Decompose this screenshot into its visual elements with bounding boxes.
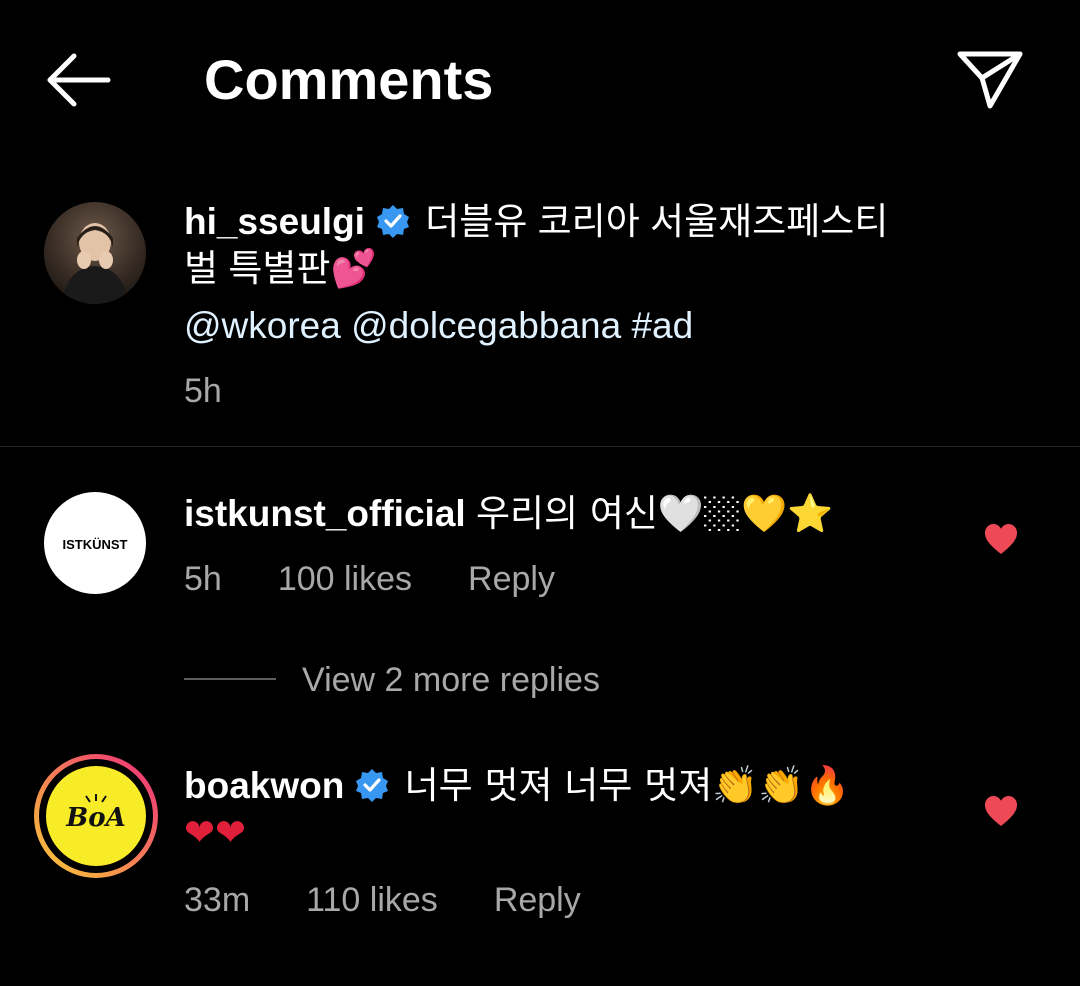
- svg-text:BoA: BoA: [65, 803, 126, 833]
- caption-meta: 5h: [184, 369, 974, 413]
- like-button[interactable]: [983, 794, 1019, 828]
- svg-text:ISTKÜNST: ISTKÜNST: [63, 537, 128, 552]
- like-count[interactable]: 100 likes: [278, 557, 412, 601]
- comment-row: ISTKÜNST istkunst_official 우리의 여신🤍🏼💛⭐ 5h…: [0, 488, 1080, 608]
- comment-text-line: istkunst_official 우리의 여신🤍🏼💛⭐: [184, 490, 974, 537]
- comment-username[interactable]: istkunst_official: [184, 493, 466, 534]
- divider: [0, 446, 1080, 447]
- avatar[interactable]: [44, 202, 146, 304]
- caption-row: hi_sseulgi 더블유 코리아 서울재즈페스티 벌 특별판💕 @wkore…: [0, 198, 1080, 418]
- reply-button[interactable]: Reply: [468, 557, 555, 601]
- page-title: Comments: [204, 48, 494, 111]
- caption-mentions[interactable]: @wkorea @dolcegabbana #ad: [184, 302, 974, 349]
- avatar[interactable]: ISTKÜNST: [44, 492, 146, 594]
- caption-text-line-2: 벌 특별판💕: [184, 248, 377, 289]
- view-more-replies-label: View 2 more replies: [302, 661, 600, 699]
- verified-badge-icon: [376, 205, 409, 238]
- caption-text-line-1: hi_sseulgi 더블유 코리아 서울재즈페스티: [184, 198, 974, 245]
- like-count[interactable]: 110 likes: [306, 878, 438, 922]
- boa-logo-icon: BoA: [46, 766, 146, 866]
- reply-button[interactable]: Reply: [494, 878, 581, 922]
- timestamp: 33m: [184, 881, 251, 919]
- timestamp: 5h: [184, 372, 222, 410]
- caption-text: 더블유 코리아 서울재즈페스티: [425, 201, 889, 242]
- comment-text: 우리의 여신🤍🏼💛⭐: [475, 492, 834, 535]
- comment-username[interactable]: boakwon: [184, 765, 344, 806]
- like-button[interactable]: [983, 522, 1019, 556]
- caption-username[interactable]: hi_sseulgi: [184, 201, 365, 242]
- verified-badge-icon: [356, 769, 389, 802]
- replies-divider-line: [184, 678, 276, 680]
- share-button[interactable]: [952, 44, 1028, 112]
- comment-meta: 33m 110 likes Reply: [184, 878, 974, 922]
- back-button[interactable]: [40, 48, 116, 112]
- comment-text: 너무 멋져 너무 멋져👏👏🔥: [404, 764, 851, 807]
- heart-filled-icon: [985, 796, 1017, 826]
- timestamp: 5h: [184, 560, 222, 598]
- paper-plane-icon: [957, 51, 1023, 109]
- top-bar: Comments: [0, 0, 1080, 160]
- comment-row: BoA boakwon 너무 멋져 너무 멋져👏👏🔥 ❤❤ 33m 110 lik…: [0, 754, 1080, 936]
- profile-photo-icon: [44, 202, 146, 304]
- comment-text-line-2: ❤❤: [184, 811, 247, 854]
- heart-filled-icon: [985, 524, 1017, 554]
- arrow-left-icon: [47, 53, 111, 107]
- comment-text-line-1: boakwon 너무 멋져 너무 멋져👏👏🔥: [184, 762, 974, 809]
- istkunst-logo-icon: ISTKÜNST: [63, 537, 128, 552]
- comment-meta: 5h 100 likes Reply: [184, 557, 974, 601]
- avatar[interactable]: BoA: [34, 754, 158, 878]
